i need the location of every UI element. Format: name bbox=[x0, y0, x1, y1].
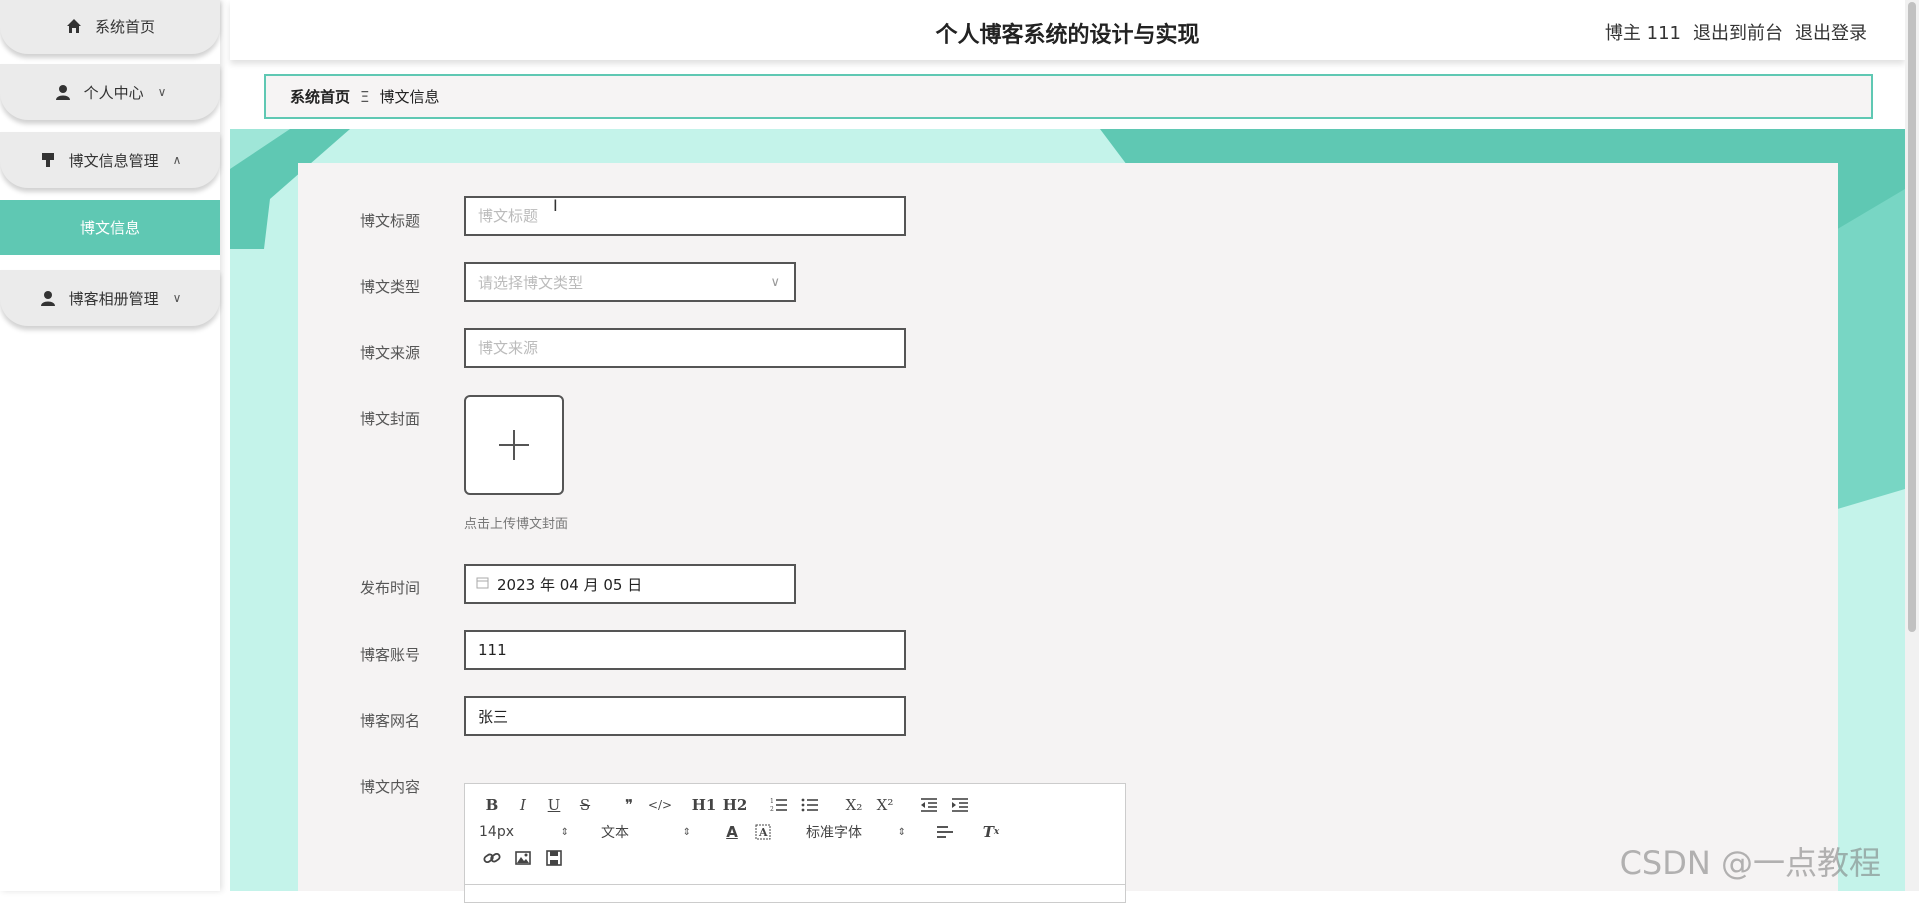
sidebar-item-label: 博客相册管理 bbox=[68, 289, 159, 308]
sidebar-item-home[interactable]: 系统首页 bbox=[0, 0, 220, 54]
indent-icon[interactable] bbox=[947, 794, 973, 816]
bullet-list-icon[interactable] bbox=[797, 794, 823, 816]
user-icon bbox=[54, 83, 72, 101]
header2-button[interactable]: H2 bbox=[722, 794, 748, 816]
ordered-list-icon[interactable]: 12 bbox=[766, 794, 792, 816]
chevron-down-icon: ∨ bbox=[770, 274, 780, 290]
strike-button[interactable]: S bbox=[572, 794, 598, 816]
nickname-value: 张三 bbox=[478, 707, 509, 726]
account-field[interactable]: 111 bbox=[464, 630, 906, 670]
header-select[interactable]: 文本 ⇕ bbox=[601, 822, 691, 842]
sidebar-subitem-label: 博文信息 bbox=[79, 219, 140, 237]
font-size-select[interactable]: 14px ⇕ bbox=[479, 824, 569, 840]
form-panel: 博文标题 博文类型 请选择博文类型 ∨ 博文来源 博文封面 点击上传博文封面 发… bbox=[298, 163, 1838, 903]
chevron-down-icon: ∨ bbox=[157, 85, 167, 99]
source-input[interactable] bbox=[466, 330, 904, 366]
content-label: 博文内容 bbox=[360, 778, 421, 796]
code-block-button[interactable]: </> bbox=[647, 794, 673, 816]
title-field[interactable] bbox=[464, 196, 906, 236]
type-select-placeholder: 请选择博文类型 bbox=[478, 273, 584, 292]
sidebar-item-album-management[interactable]: 博客相册管理 ∨ bbox=[0, 270, 220, 326]
italic-button[interactable]: I bbox=[510, 794, 536, 816]
outdent-icon[interactable] bbox=[916, 794, 942, 816]
superscript-button[interactable]: X² bbox=[872, 794, 898, 816]
sidebar-item-personal-center[interactable]: 个人中心 ∨ bbox=[0, 64, 220, 120]
header-select-value: 文本 bbox=[601, 825, 629, 841]
bold-button[interactable]: B bbox=[479, 794, 505, 816]
nickname-label: 博客网名 bbox=[360, 712, 421, 730]
font-size-value: 14px bbox=[479, 824, 514, 840]
back-to-front-link[interactable]: 退出到前台 bbox=[1693, 19, 1783, 45]
type-select[interactable]: 请选择博文类型 ∨ bbox=[464, 262, 796, 302]
editor-toolbar-row-3 bbox=[479, 847, 572, 869]
publish-time-value: 2023 年 04 月 05 日 bbox=[497, 575, 643, 594]
image-icon[interactable] bbox=[510, 847, 536, 869]
font-family-value: 标准字体 bbox=[806, 825, 862, 841]
text-cursor-icon: I bbox=[553, 196, 558, 215]
clear-format-icon[interactable]: Tx bbox=[978, 821, 1004, 843]
source-label: 博文来源 bbox=[360, 344, 421, 362]
account-value: 111 bbox=[478, 641, 507, 659]
video-icon[interactable] bbox=[541, 847, 567, 869]
top-header: 个人博客系统的设计与实现 博主 111 退出到前台 退出登录 bbox=[230, 0, 1905, 60]
account-label: 博客账号 bbox=[360, 646, 421, 664]
source-field[interactable] bbox=[464, 328, 906, 368]
sidebar-item-label: 系统首页 bbox=[94, 17, 155, 36]
editor-divider bbox=[465, 884, 1125, 885]
cover-upload-button[interactable] bbox=[464, 395, 564, 495]
sidebar-subitem-post-info[interactable]: 博文信息 bbox=[0, 200, 220, 255]
chevron-up-icon: ∧ bbox=[172, 153, 182, 167]
link-icon[interactable] bbox=[479, 847, 505, 869]
subscript-button[interactable]: X₂ bbox=[841, 794, 867, 816]
type-label: 博文类型 bbox=[360, 278, 421, 296]
chevron-down-icon: ∨ bbox=[172, 291, 182, 305]
cover-upload-hint: 点击上传博文封面 bbox=[464, 517, 569, 532]
svg-text:2: 2 bbox=[770, 806, 774, 813]
rich-text-editor[interactable]: B I U S ❞ </> H1 H2 12 X₂ X² 14px ⇕ 文本 ⇕… bbox=[464, 783, 1126, 903]
calendar-icon bbox=[476, 576, 489, 593]
page-scrollbar[interactable] bbox=[1905, 0, 1919, 891]
editor-toolbar-row-1: B I U S ❞ </> H1 H2 12 X₂ X² bbox=[479, 794, 978, 816]
title-input[interactable] bbox=[466, 198, 904, 234]
breadcrumb-current: 博文信息 bbox=[379, 88, 440, 106]
brush-icon bbox=[39, 151, 57, 169]
select-arrows-icon: ⇕ bbox=[897, 826, 906, 838]
font-family-select[interactable]: 标准字体 ⇕ bbox=[806, 822, 906, 842]
svg-text:1: 1 bbox=[770, 798, 774, 805]
watermark: CSDN @一点教程 bbox=[1619, 844, 1881, 882]
sidebar-item-label: 博文信息管理 bbox=[68, 151, 159, 170]
home-icon bbox=[65, 17, 83, 35]
quote-button[interactable]: ❞ bbox=[616, 794, 642, 816]
plus-icon bbox=[499, 430, 529, 460]
sidebar-item-label: 个人中心 bbox=[83, 83, 144, 102]
publish-time-label: 发布时间 bbox=[360, 579, 421, 597]
user-icon bbox=[39, 289, 57, 307]
header1-button[interactable]: H1 bbox=[691, 794, 717, 816]
underline-button[interactable]: U bbox=[541, 794, 567, 816]
title-label: 博文标题 bbox=[360, 212, 421, 230]
select-arrows-icon: ⇕ bbox=[560, 826, 569, 838]
sidebar-item-post-management[interactable]: 博文信息管理 ∧ bbox=[0, 132, 220, 188]
user-label: 博主 111 bbox=[1604, 23, 1681, 44]
logout-link[interactable]: 退出登录 bbox=[1795, 19, 1867, 45]
editor-toolbar-row-2: 14px ⇕ 文本 ⇕ A A 标准字体 ⇕ Tx bbox=[479, 821, 1009, 843]
select-arrows-icon: ⇕ bbox=[682, 826, 691, 838]
publish-time-picker[interactable]: 2023 年 04 月 05 日 bbox=[464, 564, 796, 604]
breadcrumb: 系统首页 Ξ 博文信息 bbox=[264, 74, 1873, 119]
svg-text:A: A bbox=[758, 826, 768, 839]
font-color-icon[interactable]: A bbox=[719, 821, 745, 843]
align-icon[interactable] bbox=[932, 821, 958, 843]
nickname-field[interactable]: 张三 bbox=[464, 696, 906, 736]
breadcrumb-separator: Ξ bbox=[360, 87, 370, 106]
scrollbar-thumb[interactable] bbox=[1908, 2, 1916, 632]
background-color-icon[interactable]: A bbox=[750, 821, 776, 843]
sidebar: 系统首页 个人中心 ∨ 博文信息管理 ∧ 博文信息 博客相册管理 ∨ bbox=[0, 0, 220, 891]
breadcrumb-home-link[interactable]: 系统首页 bbox=[290, 86, 350, 107]
cover-label: 博文封面 bbox=[360, 410, 421, 428]
